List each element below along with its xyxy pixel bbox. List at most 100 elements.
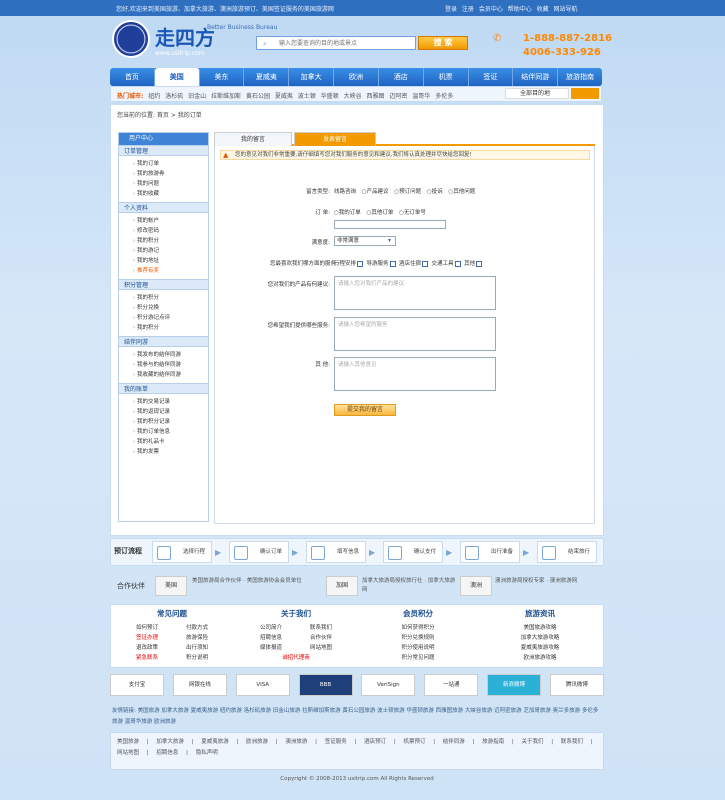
partner-logo[interactable]: 加国 [326,576,358,596]
sidebar-section[interactable]: 个人资料 [119,202,208,213]
sidebar-item[interactable]: 修改密码 [119,226,208,236]
nav-item-active[interactable]: 美国 [154,68,200,86]
help-link[interactable]: 积分说明 [172,653,222,663]
nav-item[interactable]: 签证 [469,68,514,86]
sidebar-item[interactable]: 我的地址 [119,256,208,266]
help-link[interactable]: 网站地图 [296,643,346,653]
sidebar-item[interactable]: 我的积分 [119,236,208,246]
cert-badge[interactable]: 新浪微博 [487,674,542,696]
help-link[interactable]: 诚招代理商 [246,653,346,663]
satisfaction-select[interactable]: 非常满意 [334,236,396,246]
sidebar-item[interactable]: 我的发票 [119,447,208,457]
q2-options[interactable]: ○我的订单 ○其他订单 ○无订单号 [334,208,426,216]
cert-badge[interactable]: 腾讯微博 [549,674,604,696]
sidebar-item[interactable]: 我参与的结伴同游 [119,360,208,370]
help-link[interactable]: 加拿大旅游攻略 [480,633,600,643]
sidebar-item[interactable]: 我的订单信息 [119,427,208,437]
partner-text[interactable]: 澳洲旅游局授权专家 · 澳洲旅游网 [495,577,600,586]
help-link[interactable]: 出行须知 [172,643,222,653]
sidebar-section[interactable]: 我的账单 [119,383,208,394]
tab-post-message[interactable]: 发表留言 [294,132,376,146]
sidebar-item[interactable]: 积分兑换 [119,303,208,313]
sidebar-item[interactable]: 我的交易记录 [119,397,208,407]
sidebar-item[interactable]: 我收藏的结伴同游 [119,370,208,380]
help-link[interactable]: 积分使用说明 [358,643,478,653]
help-link[interactable]: 联系我们 [296,623,346,633]
partner-logo[interactable]: 美国 [155,576,187,596]
checkbox[interactable] [422,260,429,267]
cert-badge[interactable]: VISA [235,674,290,696]
cert-badge[interactable]: 支付宝 [110,674,164,696]
suggestion-textarea[interactable]: 请输入您对我们产品的建议 [334,276,496,310]
hot-city-links[interactable]: 纽约 洛杉矶 旧金山 拉斯维加斯 黄石公园 夏威夷 波士顿 华盛顿 大峡谷 西雅… [148,93,453,100]
sidebar-item[interactable]: 我的积分记录 [119,417,208,427]
top-links[interactable]: 登录 注册 会员中心 帮助中心 收藏 网站导航 [445,4,578,13]
help-link[interactable]: 紧急联系 [122,653,172,663]
help-link[interactable]: 旅游保险 [172,633,222,643]
checkbox[interactable] [454,260,461,267]
sidebar-item[interactable]: 我的积分 [119,323,208,333]
nav-item[interactable]: 旅游指南 [558,68,602,86]
logo-text[interactable]: 走四方 [155,22,215,51]
bottom-links[interactable]: 美国旅游 | 加拿大旅游 | 夏威夷旅游 | 欧洲旅游 | 澳洲旅游 | 签证服… [110,732,604,770]
help-link[interactable]: 积分兑换规则 [358,633,478,643]
cert-badge[interactable]: 网银在线 [172,674,227,696]
nav-item[interactable]: 首页 [110,68,155,86]
help-link[interactable]: 招聘信息 [246,633,296,643]
destination-select[interactable]: 全部目的地 [505,88,569,99]
sidebar-section[interactable]: 积分管理 [119,279,208,290]
help-link[interactable]: 夏威夷旅游攻略 [480,643,600,653]
friend-links[interactable]: 友情链接: 美国旅游 加拿大旅游 夏威夷旅游 纽约旅游 洛杉矶旅游 旧金山旅游 … [112,706,602,728]
cert-badge[interactable]: BBB [298,674,353,696]
nav-item[interactable]: 酒店 [379,68,424,86]
sidebar-item[interactable]: 推荐有奖 [119,266,208,276]
search-button[interactable]: 搜 索 [418,36,468,50]
checkbox[interactable] [476,260,483,267]
sidebar-item[interactable]: 我的返现记录 [119,407,208,417]
help-link[interactable]: 如何预订 [122,623,172,633]
sidebar-item[interactable]: 我的帐户 [119,216,208,226]
help-link[interactable]: 公司简介 [246,623,296,633]
service-textarea[interactable]: 请输入您希望的服务 [334,317,496,351]
nav-item[interactable]: 美东 [200,68,245,86]
checkbox[interactable] [357,260,364,267]
help-link[interactable]: 合作伙伴 [296,633,346,643]
tab-my-messages[interactable]: 我的留言 [214,132,292,146]
sidebar-section[interactable]: 订单管理 [119,145,208,156]
logo-icon[interactable] [112,20,150,58]
sidebar-section[interactable]: 结伴同游 [119,336,208,347]
nav-item[interactable]: 欧洲 [334,68,379,86]
sidebar-item[interactable]: 我的积分 [119,293,208,303]
partner-text[interactable]: 美国旅游局合作伙伴 · 美国旅游协会会员单位 [192,577,312,586]
sidebar-item[interactable]: 我的问题 [119,179,208,189]
nav-item[interactable]: 结伴同游 [513,68,559,86]
submit-button[interactable]: 提交我的留言 [334,404,396,416]
help-link[interactable]: 媒体报道 [246,643,296,653]
sidebar-item[interactable]: 积分游记点评 [119,313,208,323]
sidebar-item[interactable]: 我的游记 [119,246,208,256]
cert-badge[interactable]: VeriSign [361,674,416,696]
nav-item[interactable]: 机票 [424,68,469,86]
help-link[interactable]: 签证办理 [122,633,172,643]
search-input[interactable] [257,37,415,49]
help-link[interactable]: 欧洲旅游攻略 [480,653,600,663]
order-select[interactable] [334,220,446,229]
q4-options[interactable]: 行程安排 导游服务 酒店住宿 交通工具 其他 [334,259,483,267]
sidebar-item[interactable]: 我的订单 [119,159,208,169]
help-link[interactable]: 如何获得积分 [358,623,478,633]
destination-go-button[interactable] [571,88,599,99]
nav-item[interactable]: 加拿大 [289,68,335,86]
sidebar-item[interactable]: 我的旅游券 [119,169,208,179]
help-link[interactable]: 退改政策 [122,643,172,653]
checkbox[interactable] [389,260,396,267]
cert-badge[interactable]: 一站通 [424,674,479,696]
sidebar-item[interactable]: 我发布的结伴同游 [119,350,208,360]
partner-logo[interactable]: 澳洲 [460,576,492,596]
nav-item[interactable]: 夏威夷 [244,68,290,86]
search-box[interactable]: ⌕ [256,36,416,50]
help-link[interactable]: 积分常见问题 [358,653,478,663]
sidebar-item[interactable]: 我的收藏 [119,189,208,199]
help-link[interactable]: 付款方式 [172,623,222,633]
other-textarea[interactable]: 请输入其他意见 [334,357,496,391]
help-link[interactable]: 美国旅游攻略 [480,623,600,633]
